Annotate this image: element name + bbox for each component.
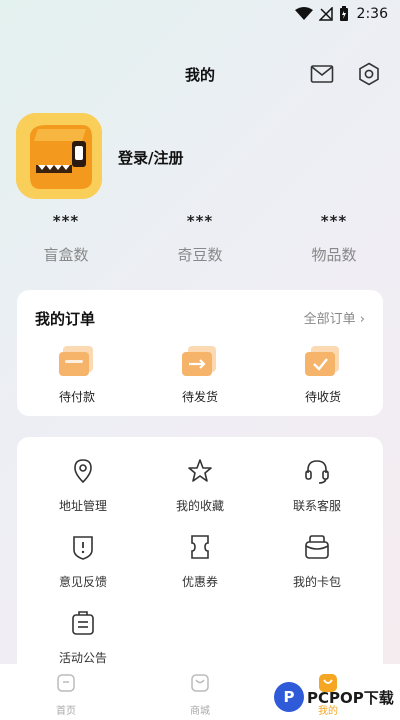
service-address[interactable]: 地址管理 — [33, 457, 133, 514]
wallet-icon — [57, 344, 97, 378]
shop-icon — [191, 674, 209, 692]
service-coupons[interactable]: 优惠券 — [150, 533, 250, 590]
no-signal-icon — [318, 7, 333, 21]
shipping-icon — [180, 344, 220, 378]
messages-button[interactable] — [308, 60, 336, 88]
order-label: 待付款 — [58, 390, 95, 404]
announcement-icon — [72, 611, 94, 635]
order-pending-shipment[interactable]: 待发货 — [155, 344, 245, 405]
status-bar: 2:36 — [0, 0, 400, 28]
stat-beans[interactable]: *** 奇豆数 — [140, 212, 260, 265]
stat-blind-boxes[interactable]: *** 盲盒数 — [6, 212, 126, 265]
feedback-icon — [73, 536, 93, 560]
orders-title: 我的订单 — [35, 310, 96, 328]
stat-value: *** — [186, 212, 214, 230]
order-label: 待收货 — [304, 390, 341, 404]
stat-label: 奇豆数 — [177, 246, 223, 264]
stat-label: 物品数 — [311, 246, 357, 264]
home-icon — [57, 674, 75, 692]
header: 我的 — [0, 56, 400, 92]
order-pending-receipt[interactable]: 待收货 — [278, 344, 368, 405]
service-label: 优惠券 — [181, 575, 218, 589]
star-icon — [188, 459, 212, 482]
card-wallet-icon — [305, 535, 329, 559]
service-feedback[interactable]: 意见反馈 — [33, 533, 133, 590]
service-label: 我的卡包 — [292, 575, 341, 589]
mascot-avatar-icon — [16, 113, 102, 199]
stat-items[interactable]: *** 物品数 — [274, 212, 394, 265]
tab-label: 首页 — [56, 706, 76, 717]
service-announcements[interactable]: 活动公告 — [33, 609, 133, 666]
tab-shop[interactable]: 商城 — [160, 672, 240, 717]
stat-label: 盲盒数 — [43, 246, 89, 264]
service-label: 我的收藏 — [175, 499, 224, 513]
mail-icon — [310, 65, 334, 83]
headset-icon — [305, 460, 329, 484]
wifi-icon — [294, 7, 313, 20]
battery-icon — [339, 6, 348, 21]
service-support[interactable]: 联系客服 — [267, 457, 367, 514]
my-orders-card: 我的订单 全部订单 › 待付款 待发货 待收货 — [17, 290, 383, 416]
login-register-link[interactable]: 登录/注册 — [118, 147, 183, 168]
tab-label: 商城 — [190, 706, 210, 717]
all-orders-label: 全部订单 — [303, 312, 356, 327]
settings-button[interactable] — [355, 60, 383, 88]
stats-row: *** 盲盒数 *** 奇豆数 *** 物品数 — [0, 212, 400, 272]
tab-home[interactable]: 首页 — [26, 672, 106, 717]
page-title: 我的 — [184, 66, 215, 84]
service-favorites[interactable]: 我的收藏 — [150, 457, 250, 514]
all-orders-link[interactable]: 全部订单 › — [304, 308, 365, 327]
service-label: 意见反馈 — [58, 575, 107, 589]
avatar[interactable] — [16, 113, 102, 199]
service-label: 联系客服 — [292, 499, 341, 513]
service-label: 地址管理 — [58, 499, 107, 513]
profile-section: 登录/注册 — [16, 113, 386, 203]
watermark-logo: P PCPOP下载 — [274, 682, 394, 712]
order-label: 待发货 — [181, 390, 218, 404]
services-card: 地址管理 我的收藏 联系客服 意见反馈 优惠券 我的卡包 活动公告 — [17, 437, 383, 677]
order-pending-payment[interactable]: 待付款 — [32, 344, 122, 405]
watermark-p-icon: P — [274, 682, 304, 712]
watermark-text: PCPOP下载 — [307, 688, 394, 707]
status-time: 2:36 — [356, 6, 388, 22]
coupon-icon — [191, 535, 209, 559]
receive-icon — [303, 344, 343, 378]
chevron-right-icon: › — [359, 312, 365, 327]
location-icon — [74, 459, 92, 484]
service-card-wallet[interactable]: 我的卡包 — [267, 533, 367, 590]
stat-value: *** — [52, 212, 80, 230]
stat-value: *** — [320, 212, 348, 230]
gear-icon — [359, 62, 379, 86]
